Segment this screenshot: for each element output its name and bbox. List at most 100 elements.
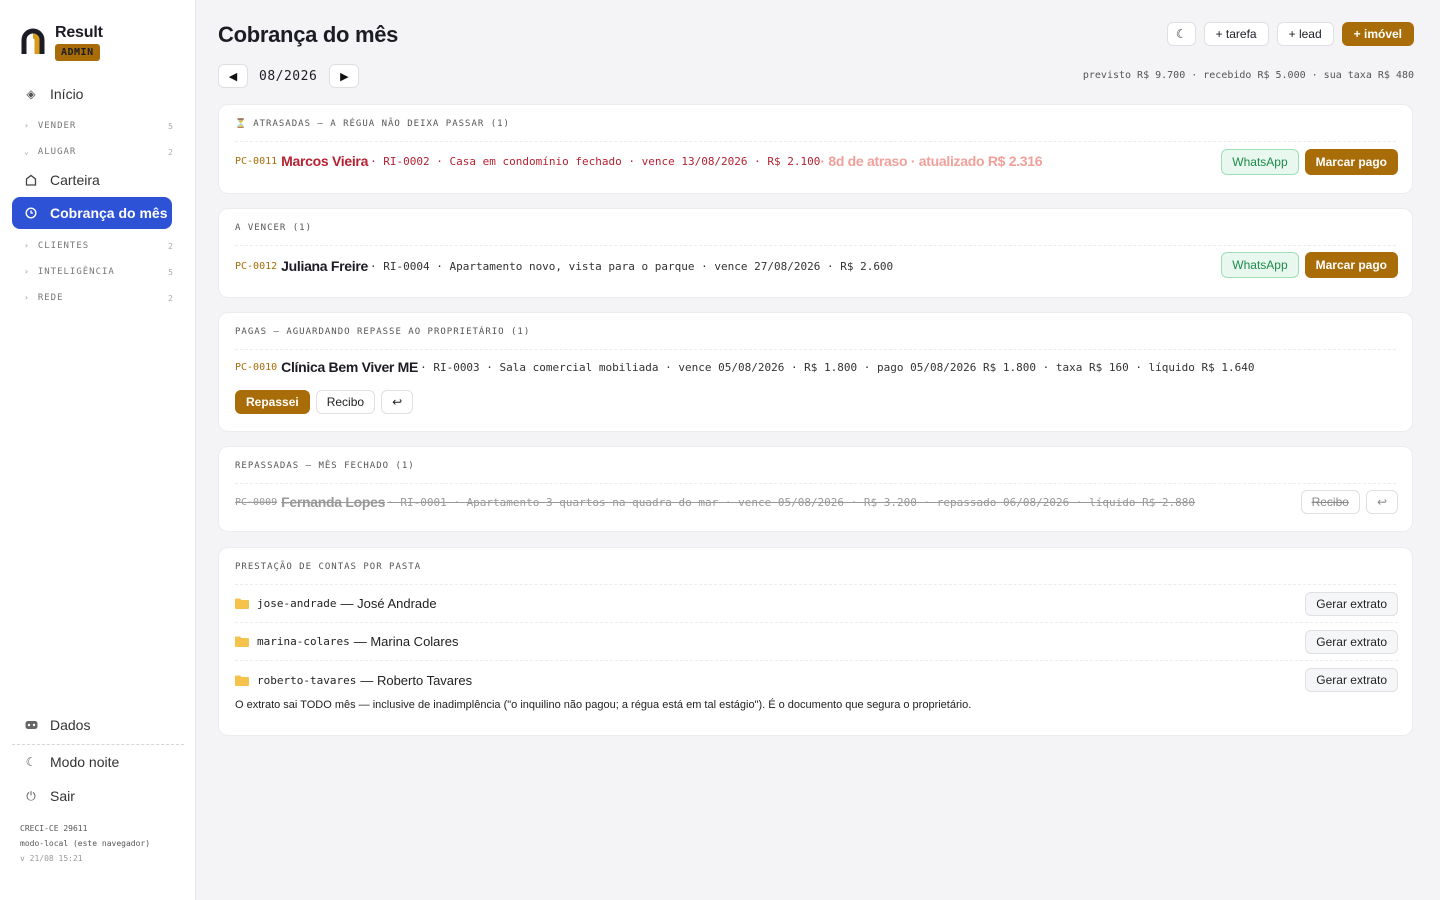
card-heading: PRESTAÇÃO DE CONTAS POR PASTA bbox=[235, 562, 422, 572]
sidebar-divider bbox=[12, 744, 184, 745]
power-icon: ⏻ bbox=[26, 788, 36, 803]
late-info: · 8d de atraso · atualizado R$ 2.316 bbox=[820, 153, 1043, 169]
folder-owner: — Roberto Tavares bbox=[360, 672, 473, 688]
tenant-name[interactable]: Fernanda Lopes bbox=[281, 494, 385, 510]
undo-button[interactable]: ↩ bbox=[381, 390, 414, 414]
charge-row: PC-0010 Clínica Bem Viver ME · RI-0003 ·… bbox=[235, 359, 1396, 375]
group-label: INTELIGÊNCIA bbox=[37, 267, 115, 277]
group-count: 2 bbox=[168, 293, 174, 303]
row-actions: WhatsApp Marcar pago bbox=[1221, 149, 1398, 175]
sidebar-item-label: Cobrança do mês bbox=[50, 205, 168, 221]
folder-row[interactable]: marina-colares — Marina Colares Gerar ex… bbox=[235, 623, 1398, 661]
add-property-button[interactable]: + imóvel bbox=[1341, 22, 1414, 46]
folder-owner: — José Andrade bbox=[340, 596, 437, 611]
mark-paid-button[interactable]: Marcar pago bbox=[1304, 149, 1398, 175]
tenant-name[interactable]: Marcos Vieira bbox=[281, 153, 368, 169]
sidebar-item-label: Início bbox=[50, 86, 84, 102]
charge-code[interactable]: PC-0011 bbox=[235, 156, 277, 167]
caret-right-icon: › bbox=[24, 267, 30, 276]
sidebar: Result ADMIN ◈ Início › VENDER 5 ⌄ ALUGAR … bbox=[0, 0, 196, 900]
next-month-button[interactable]: ▶ bbox=[329, 64, 360, 88]
sidebar-item-dados[interactable]: Dados bbox=[12, 710, 172, 740]
clock-icon bbox=[24, 206, 38, 220]
folder-row[interactable]: jose-andrade — José Andrade Gerar extrat… bbox=[235, 585, 1398, 623]
prev-month-button[interactable]: ◀ bbox=[218, 64, 248, 88]
sidebar-item-cobranca[interactable]: Cobrança do mês bbox=[12, 197, 172, 229]
caret-right-icon: › bbox=[24, 241, 30, 250]
sidebar-group-rede[interactable]: › REDE 2 bbox=[24, 293, 174, 303]
charge-code[interactable]: PC-0010 bbox=[235, 362, 277, 373]
admin-badge: ADMIN bbox=[55, 44, 100, 61]
sidebar-item-sair[interactable]: ⏻ Sair bbox=[12, 781, 172, 811]
row-actions: Recibo ↩ bbox=[1300, 490, 1398, 514]
page-title: Cobrança do mês bbox=[218, 22, 399, 47]
statements-card: PRESTAÇÃO DE CONTAS POR PASTA jose-andra… bbox=[218, 547, 1413, 736]
folder-icon bbox=[235, 636, 249, 647]
charge-detail: · RI-0002 · Casa em condomínio fechado ·… bbox=[370, 154, 821, 168]
diamond-icon: ◈ bbox=[26, 87, 36, 101]
sidebar-item-label: Dados bbox=[50, 717, 91, 733]
moon-icon: ☾ bbox=[1175, 27, 1187, 41]
sidebar-group-inteligencia[interactable]: › INTELIGÊNCIA 5 bbox=[24, 267, 174, 277]
triangle-left-icon: ◀ bbox=[228, 70, 238, 83]
creci-text: CRECI-CE 29611 bbox=[20, 824, 88, 833]
charge-code[interactable]: PC-0012 bbox=[235, 261, 277, 272]
paid-card: PAGAS — AGUARDANDO REPASSE AO PROPRIETÁR… bbox=[218, 312, 1413, 432]
group-label: REDE bbox=[37, 293, 64, 303]
period-selector: ◀ 08/2026 ▶ bbox=[218, 64, 360, 88]
closed-card: REPASSADAS — MÊS FECHADO (1) PC-0009 Fer… bbox=[218, 446, 1413, 532]
whatsapp-button[interactable]: WhatsApp bbox=[1221, 149, 1299, 175]
triangle-right-icon: ▶ bbox=[340, 70, 349, 83]
tenant-name[interactable]: Clínica Bem Viver ME bbox=[281, 359, 418, 375]
whatsapp-button[interactable]: WhatsApp bbox=[1221, 252, 1299, 278]
receipt-button[interactable]: Recibo bbox=[315, 390, 376, 414]
folder-slug: roberto-tavares bbox=[257, 673, 357, 687]
sidebar-group-clientes[interactable]: › CLIENTES 2 bbox=[24, 241, 174, 251]
sidebar-group-alugar[interactable]: ⌄ ALUGAR 2 bbox=[24, 147, 174, 157]
group-count: 2 bbox=[168, 241, 174, 251]
charge-code[interactable]: PC-0009 bbox=[235, 497, 277, 508]
folder-row[interactable]: roberto-tavares — Roberto Tavares Gerar … bbox=[235, 661, 1398, 699]
folder-slug: jose-andrade bbox=[257, 597, 337, 610]
add-task-button[interactable]: + tarefa bbox=[1203, 22, 1269, 46]
tenant-name[interactable]: Juliana Freire bbox=[281, 258, 368, 274]
sidebar-item-label: Sair bbox=[50, 788, 75, 804]
charge-detail: · RI-0004 · Apartamento novo, vista para… bbox=[370, 259, 894, 273]
card-heading: A VENCER (1) bbox=[235, 223, 313, 233]
heading-text: ATRASADAS — A RÉGUA NÃO DEIXA PASSAR (1) bbox=[253, 119, 510, 129]
group-label: CLIENTES bbox=[37, 241, 90, 251]
row-actions: WhatsApp Marcar pago bbox=[1221, 252, 1398, 278]
moon-icon: ☾ bbox=[25, 755, 37, 769]
group-count: 5 bbox=[168, 267, 174, 277]
card-heading: REPASSADAS — MÊS FECHADO (1) bbox=[235, 461, 415, 471]
undo-icon: ↩ bbox=[1376, 495, 1387, 509]
sidebar-group-vender[interactable]: › VENDER 5 bbox=[24, 121, 174, 131]
period-label: 08/2026 bbox=[259, 68, 318, 84]
sidebar-item-carteira[interactable]: Carteira bbox=[12, 165, 172, 195]
generate-statement-button[interactable]: Gerar extrato bbox=[1305, 668, 1398, 692]
mark-paid-button[interactable]: Marcar pago bbox=[1304, 252, 1398, 278]
add-lead-button[interactable]: + lead bbox=[1276, 22, 1334, 46]
caret-right-icon: › bbox=[24, 121, 30, 130]
sidebar-item-modo-noite[interactable]: ☾ Modo noite bbox=[12, 747, 172, 777]
brand[interactable]: Result ADMIN bbox=[20, 24, 103, 64]
repassei-button[interactable]: Repassei bbox=[235, 390, 310, 414]
row-actions: Repassei Recibo ↩ bbox=[235, 390, 414, 414]
top-actions: ☾ + tarefa + lead + imóvel bbox=[1166, 22, 1414, 46]
charge-detail: · RI-0003 · Sala comercial mobiliada · v… bbox=[420, 360, 1255, 374]
undo-button[interactable]: ↩ bbox=[1365, 490, 1398, 514]
receipt-button[interactable]: Recibo bbox=[1300, 490, 1360, 514]
generate-statement-button[interactable]: Gerar extrato bbox=[1305, 592, 1398, 616]
sidebar-item-inicio[interactable]: ◈ Início bbox=[12, 79, 172, 109]
theme-toggle-button[interactable]: ☾ bbox=[1166, 22, 1196, 46]
folder-icon bbox=[235, 675, 249, 686]
card-heading: PAGAS — AGUARDANDO REPASSE AO PROPRIETÁR… bbox=[235, 327, 531, 337]
statement-note: O extrato sai TODO mês — inclusive de in… bbox=[235, 699, 972, 711]
generate-statement-button[interactable]: Gerar extrato bbox=[1305, 630, 1398, 654]
logo-icon bbox=[21, 28, 45, 54]
group-count: 5 bbox=[168, 121, 174, 131]
brand-name: Result bbox=[55, 24, 103, 41]
caret-down-icon: ⌄ bbox=[24, 147, 30, 156]
month-summary: previsto R$ 9.700 · recebido R$ 5.000 · … bbox=[1082, 70, 1414, 81]
group-label: ALUGAR bbox=[37, 147, 77, 157]
